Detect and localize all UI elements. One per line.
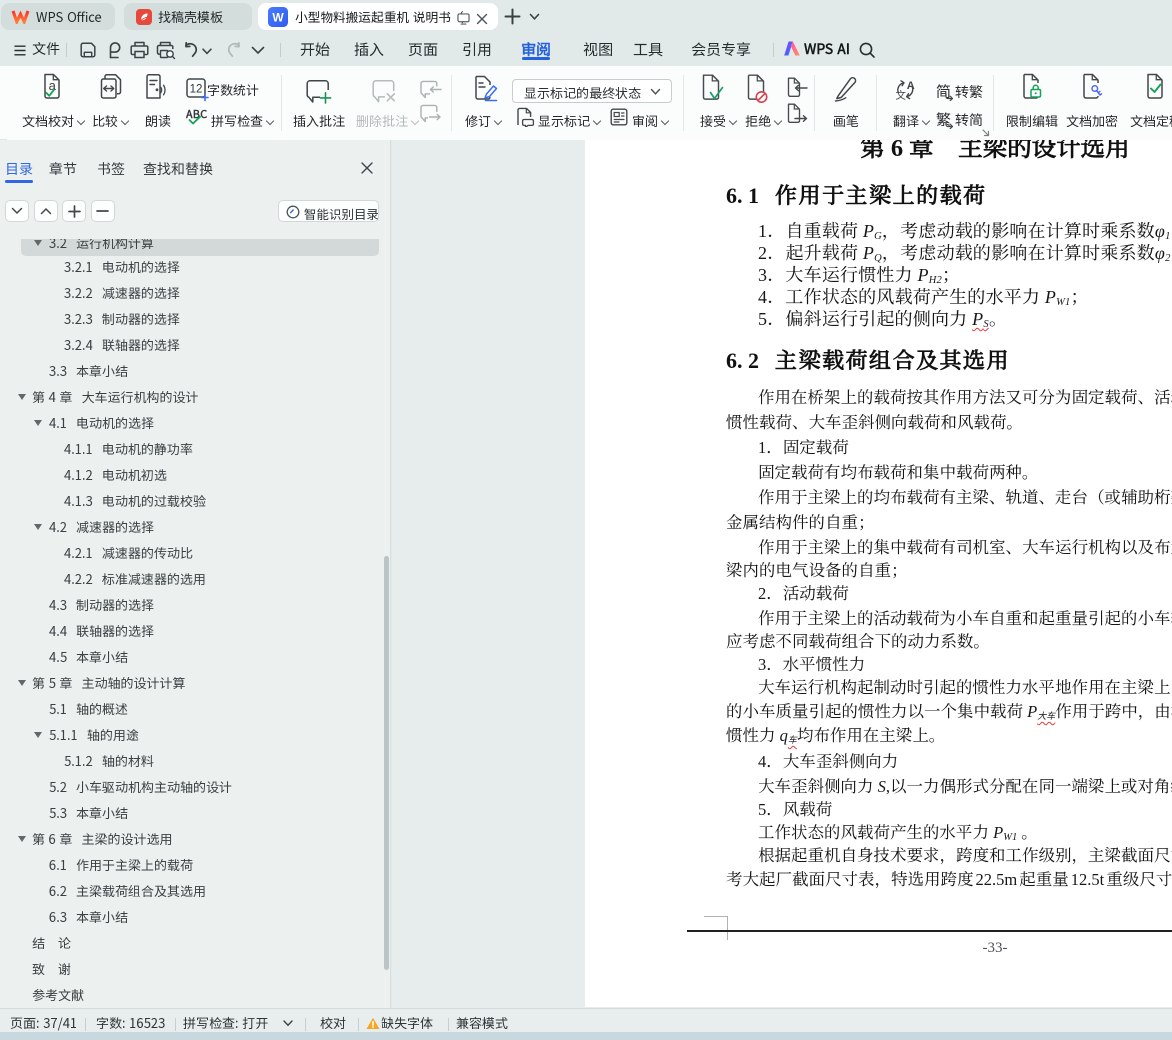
svg-text:12: 12 <box>190 84 203 96</box>
svg-text:A: A <box>907 80 915 92</box>
svg-text:文: 文 <box>896 88 907 100</box>
svg-text:W: W <box>272 10 284 24</box>
